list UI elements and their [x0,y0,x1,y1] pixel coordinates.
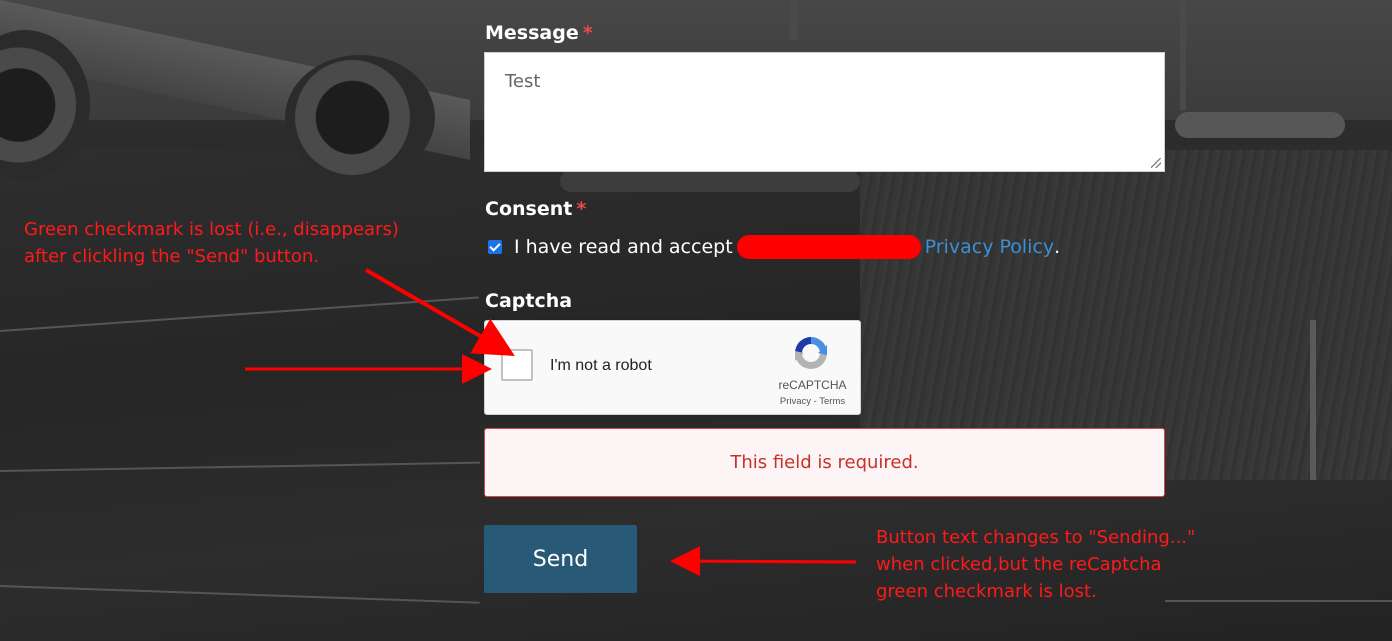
arrow-to-captcha-diagonal [364,268,515,357]
arrow-to-send-button [670,546,857,577]
annotation-arrows [245,268,857,577]
